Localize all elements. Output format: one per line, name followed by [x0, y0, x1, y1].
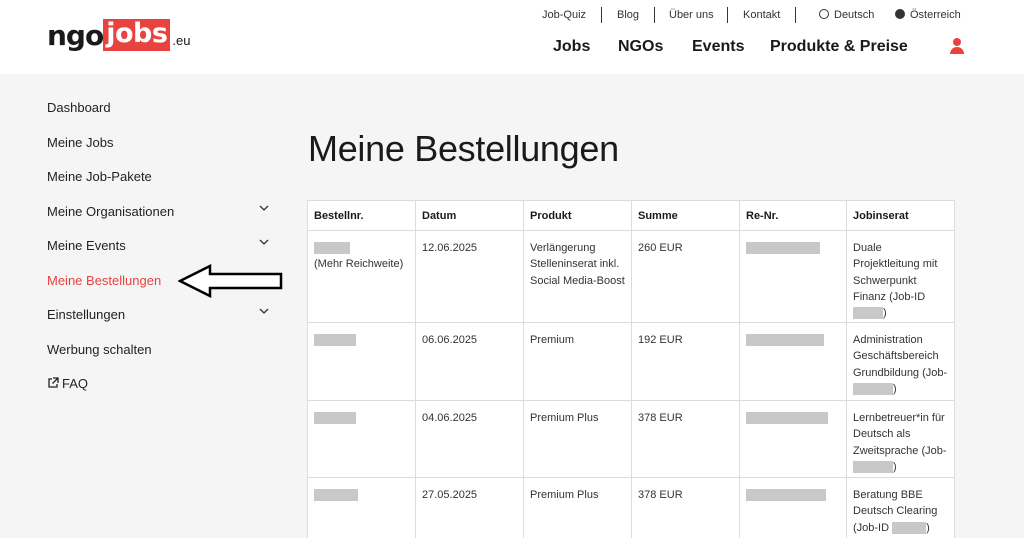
sidebar-item-meine-jobs[interactable]: Meine Jobs [47, 135, 113, 151]
mainnav-ngos[interactable]: NGOs [618, 38, 663, 56]
table-header-row: Bestellnr. Datum Produkt Summe Re-Nr. Jo… [307, 200, 955, 231]
column-header: Re-Nr. [739, 200, 847, 231]
order-number-cell [307, 477, 416, 538]
date-cell: 06.06.2025 [415, 322, 524, 401]
job-listing-end: ) [883, 307, 887, 320]
job-listing-end: ) [893, 382, 897, 395]
job-listing-end: ) [893, 460, 897, 473]
chevron-down-icon[interactable] [259, 308, 269, 318]
invoice-number-cell [739, 230, 847, 323]
job-listing-cell[interactable]: Lernbetreuer*in für Deutsch als Zweitspr… [846, 400, 955, 478]
globe-filled-icon [895, 9, 905, 19]
sidebar-item-meine-bestellungen[interactable]: Meine Bestellungen [47, 273, 161, 289]
logo-eu-text: .eu [172, 33, 191, 48]
sidebar-item-einstellungen[interactable]: Einstellungen [47, 307, 125, 323]
sum-cell: 378 EUR [631, 400, 740, 478]
site-header: ngo jobs .eu Job-Quiz Blog Über uns Kontak… [0, 0, 1024, 74]
product-cell: Premium [523, 322, 632, 401]
redacted-value [853, 307, 883, 320]
date-cell: 27.05.2025 [415, 477, 524, 538]
invoice-number-cell [739, 322, 847, 401]
job-listing-text: Administration Geschäftsbereich Grundbil… [853, 334, 948, 379]
faq-label: FAQ [62, 376, 89, 391]
date-cell: 12.06.2025 [415, 230, 524, 323]
table-row: (Mehr Reichweite) 12.06.2025 Verlängerun… [307, 230, 955, 323]
language-selector[interactable]: Deutsch [819, 8, 874, 22]
divider [601, 7, 602, 23]
divider [795, 7, 796, 23]
table-row: 06.06.2025 Premium 192 EUR Administratio… [307, 322, 955, 401]
sidebar-item-werbung-schalten[interactable]: Werbung schalten [47, 342, 152, 358]
redacted-value [314, 334, 356, 347]
topnav-kontakt[interactable]: Kontakt [743, 8, 780, 22]
sum-cell: 378 EUR [631, 477, 740, 538]
page-title: Meine Bestellungen [308, 128, 619, 169]
redacted-value [746, 412, 828, 425]
redacted-value [746, 242, 820, 255]
sidebar-item-faq[interactable]: FAQ [47, 376, 88, 392]
chevron-down-icon[interactable] [259, 205, 269, 215]
job-listing-text: Lernbetreuer*in für Deutsch als Zweitspr… [853, 412, 947, 457]
invoice-number-cell [739, 400, 847, 478]
topnav-blog[interactable]: Blog [617, 8, 639, 22]
sidebar-item-meine-organisationen[interactable]: Meine Organisationen [47, 204, 174, 220]
job-listing-cell[interactable]: Duale Projektleitung mit Schwerpunkt Fin… [846, 230, 955, 323]
country-label: Österreich [910, 9, 961, 21]
redacted-value [746, 489, 826, 502]
mainnav-jobs[interactable]: Jobs [553, 38, 590, 56]
annotation-arrow [178, 264, 283, 298]
redacted-value [853, 382, 893, 395]
order-number-cell [307, 322, 416, 401]
orders-table: Bestellnr. Datum Produkt Summe Re-Nr. Jo… [307, 200, 955, 538]
job-listing-cell[interactable]: Beratung BBE Deutsch Clearing (Job-ID ) [846, 477, 955, 538]
order-note: (Mehr Reichweite) [314, 258, 404, 271]
user-icon[interactable] [950, 38, 964, 54]
country-selector[interactable]: Österreich [895, 8, 961, 22]
invoice-number-cell [739, 477, 847, 538]
redacted-value [314, 242, 350, 255]
product-cell: Premium Plus [523, 477, 632, 538]
sum-cell: 260 EUR [631, 230, 740, 323]
sidebar-item-dashboard[interactable]: Dashboard [47, 100, 111, 116]
column-header: Jobinserat [846, 200, 955, 231]
job-listing-cell[interactable]: Administration Geschäftsbereich Grundbil… [846, 322, 955, 401]
mainnav-produkte-preise[interactable]: Produkte & Preise [770, 38, 908, 56]
redacted-value [746, 334, 824, 347]
ngojobs-logo[interactable]: ngo jobs .eu [47, 17, 191, 51]
redacted-value [314, 489, 358, 502]
top-utility-nav: Job-Quiz Blog Über uns Kontakt Deutsch Ö… [0, 7, 1024, 23]
job-listing-end: ) [926, 521, 930, 534]
logo-jobs-text: jobs [103, 19, 171, 51]
column-header: Summe [631, 200, 740, 231]
divider [654, 7, 655, 23]
order-number-cell: (Mehr Reichweite) [307, 230, 416, 323]
chevron-down-icon[interactable] [259, 239, 269, 249]
redacted-value [892, 521, 927, 534]
sum-cell: 192 EUR [631, 322, 740, 401]
column-header: Bestellnr. [307, 200, 416, 231]
product-cell: Premium Plus [523, 400, 632, 478]
table-row: 04.06.2025 Premium Plus 378 EUR Lernbetr… [307, 400, 955, 478]
date-cell: 04.06.2025 [415, 400, 524, 478]
redacted-value [314, 412, 356, 425]
redacted-value [853, 460, 893, 473]
logo-ngo-text: ngo [47, 19, 104, 52]
column-header: Produkt [523, 200, 632, 231]
topnav-job-quiz[interactable]: Job-Quiz [542, 8, 586, 22]
sidebar-item-meine-events[interactable]: Meine Events [47, 238, 126, 254]
topnav-ueber-uns[interactable]: Über uns [669, 8, 714, 22]
sidebar-item-meine-job-pakete[interactable]: Meine Job-Pakete [47, 169, 152, 185]
external-link-icon [48, 377, 59, 388]
order-number-cell [307, 400, 416, 478]
column-header: Datum [415, 200, 524, 231]
product-cell: Verlängerung Stelleninserat inkl. Social… [523, 230, 632, 323]
divider [727, 7, 728, 23]
job-listing-text: Duale Projektleitung mit Schwerpunkt Fin… [853, 242, 938, 303]
language-label: Deutsch [834, 9, 875, 21]
globe-icon [819, 9, 829, 19]
mainnav-events[interactable]: Events [692, 38, 744, 56]
table-row: 27.05.2025 Premium Plus 378 EUR Beratung… [307, 477, 955, 538]
